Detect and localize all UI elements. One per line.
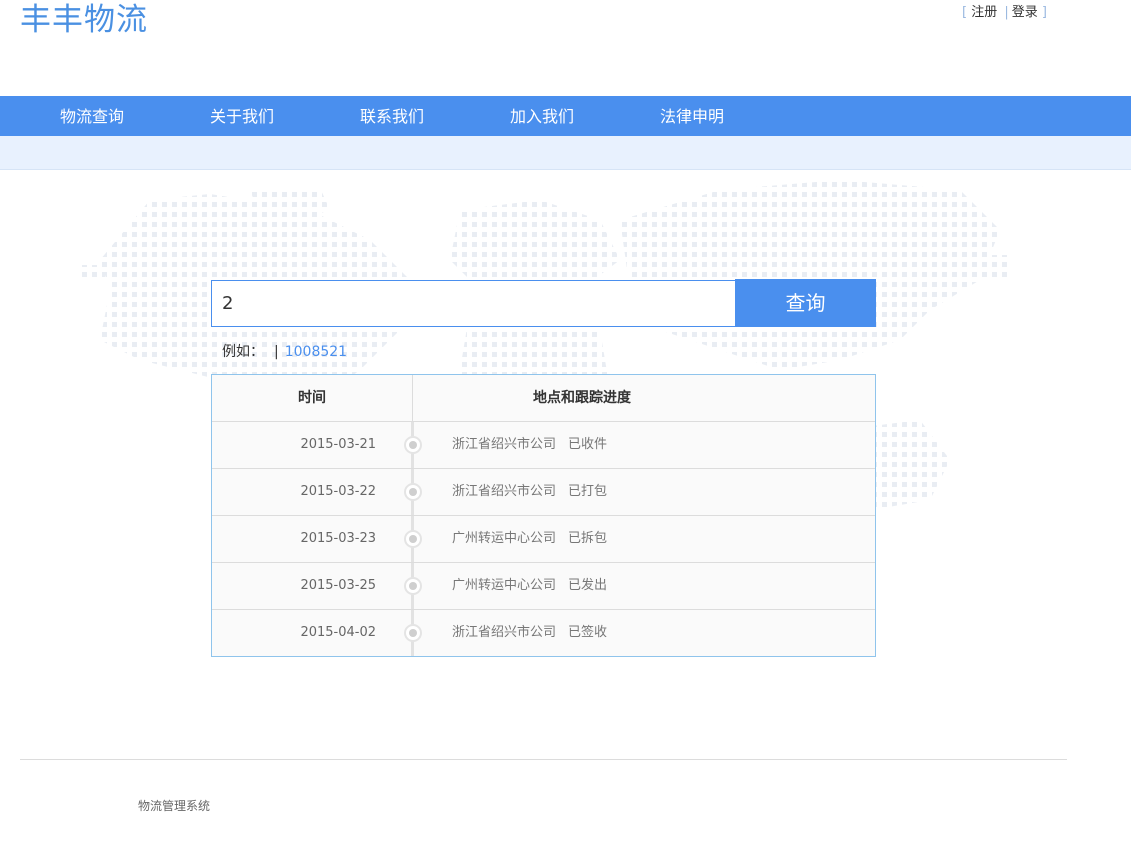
table-header: 时间 地点和跟踪进度 [212, 375, 875, 422]
site-logo[interactable]: 丰丰物流 [20, 0, 148, 40]
row-location: 浙江省绍兴市公司 已签收 [452, 625, 608, 640]
row-location: 浙江省绍兴市公司 已打包 [452, 484, 608, 499]
row-status: 已收件 [568, 437, 608, 452]
table-row: 2015-04-02 浙江省绍兴市公司 已签收 [212, 610, 875, 657]
row-date: 2015-04-02 [300, 625, 376, 640]
auth-separator: | [1004, 5, 1009, 20]
nav-item-legal[interactable]: 法律申明 [660, 96, 724, 136]
column-header-location: 地点和跟踪进度 [533, 390, 631, 406]
login-link[interactable]: 登录 [1012, 5, 1038, 20]
row-date: 2015-03-22 [300, 484, 376, 499]
tracking-number-input[interactable] [211, 280, 736, 327]
auth-links: [ 注册 | 登录 ] [962, 5, 1047, 21]
timeline-dot-icon [404, 436, 422, 454]
bracket-right: ] [1041, 5, 1047, 20]
footer-divider [20, 759, 1067, 760]
search-button[interactable]: 查询 [735, 279, 876, 327]
main-nav: 物流查询 关于我们 联系我们 加入我们 法律申明 [0, 96, 1131, 136]
nav-item-about[interactable]: 关于我们 [210, 96, 274, 136]
example-separator: | [274, 344, 279, 360]
row-status: 已签收 [568, 625, 608, 640]
example-number-link[interactable]: 1008521 [285, 344, 347, 360]
nav-item-contact[interactable]: 联系我们 [360, 96, 424, 136]
sub-nav-bar [0, 136, 1131, 170]
register-link[interactable]: 注册 [971, 5, 997, 20]
page: 丰丰物流 [ 注册 | 登录 ] 物流查询 关于我们 联系我们 加入我们 法律申明 [0, 0, 1131, 850]
timeline-dot-icon [404, 483, 422, 501]
row-status: 已打包 [568, 484, 608, 499]
timeline-dot-icon [404, 624, 422, 642]
column-header-time: 时间 [298, 390, 326, 406]
example-label: 例如： [222, 344, 264, 360]
row-status: 已拆包 [568, 531, 608, 546]
row-location: 浙江省绍兴市公司 已收件 [452, 437, 608, 452]
table-row: 2015-03-25 广州转运中心公司 已发出 [212, 563, 875, 610]
example-hint: 例如： | 1008521 [222, 343, 347, 361]
row-date: 2015-03-23 [300, 531, 376, 546]
nav-item-tracking[interactable]: 物流查询 [60, 96, 124, 136]
nav-item-join[interactable]: 加入我们 [510, 96, 574, 136]
table-row: 2015-03-21 浙江省绍兴市公司 已收件 [212, 422, 875, 469]
row-location: 广州转运中心公司 已拆包 [452, 531, 608, 546]
timeline-dot-icon [404, 577, 422, 595]
tracking-result-table: 时间 地点和跟踪进度 2015-03-21 浙江省绍兴市公司 已收件 2015-0… [211, 374, 876, 657]
row-location: 广州转运中心公司 已发出 [452, 578, 608, 593]
row-date: 2015-03-25 [300, 578, 376, 593]
row-date: 2015-03-21 [300, 437, 376, 452]
row-status: 已发出 [568, 578, 608, 593]
bracket-left: [ [962, 5, 968, 20]
table-row: 2015-03-22 浙江省绍兴市公司 已打包 [212, 469, 875, 516]
timeline-dot-icon [404, 530, 422, 548]
table-row: 2015-03-23 广州转运中心公司 已拆包 [212, 516, 875, 563]
footer-text: 物流管理系统 [138, 799, 211, 813]
